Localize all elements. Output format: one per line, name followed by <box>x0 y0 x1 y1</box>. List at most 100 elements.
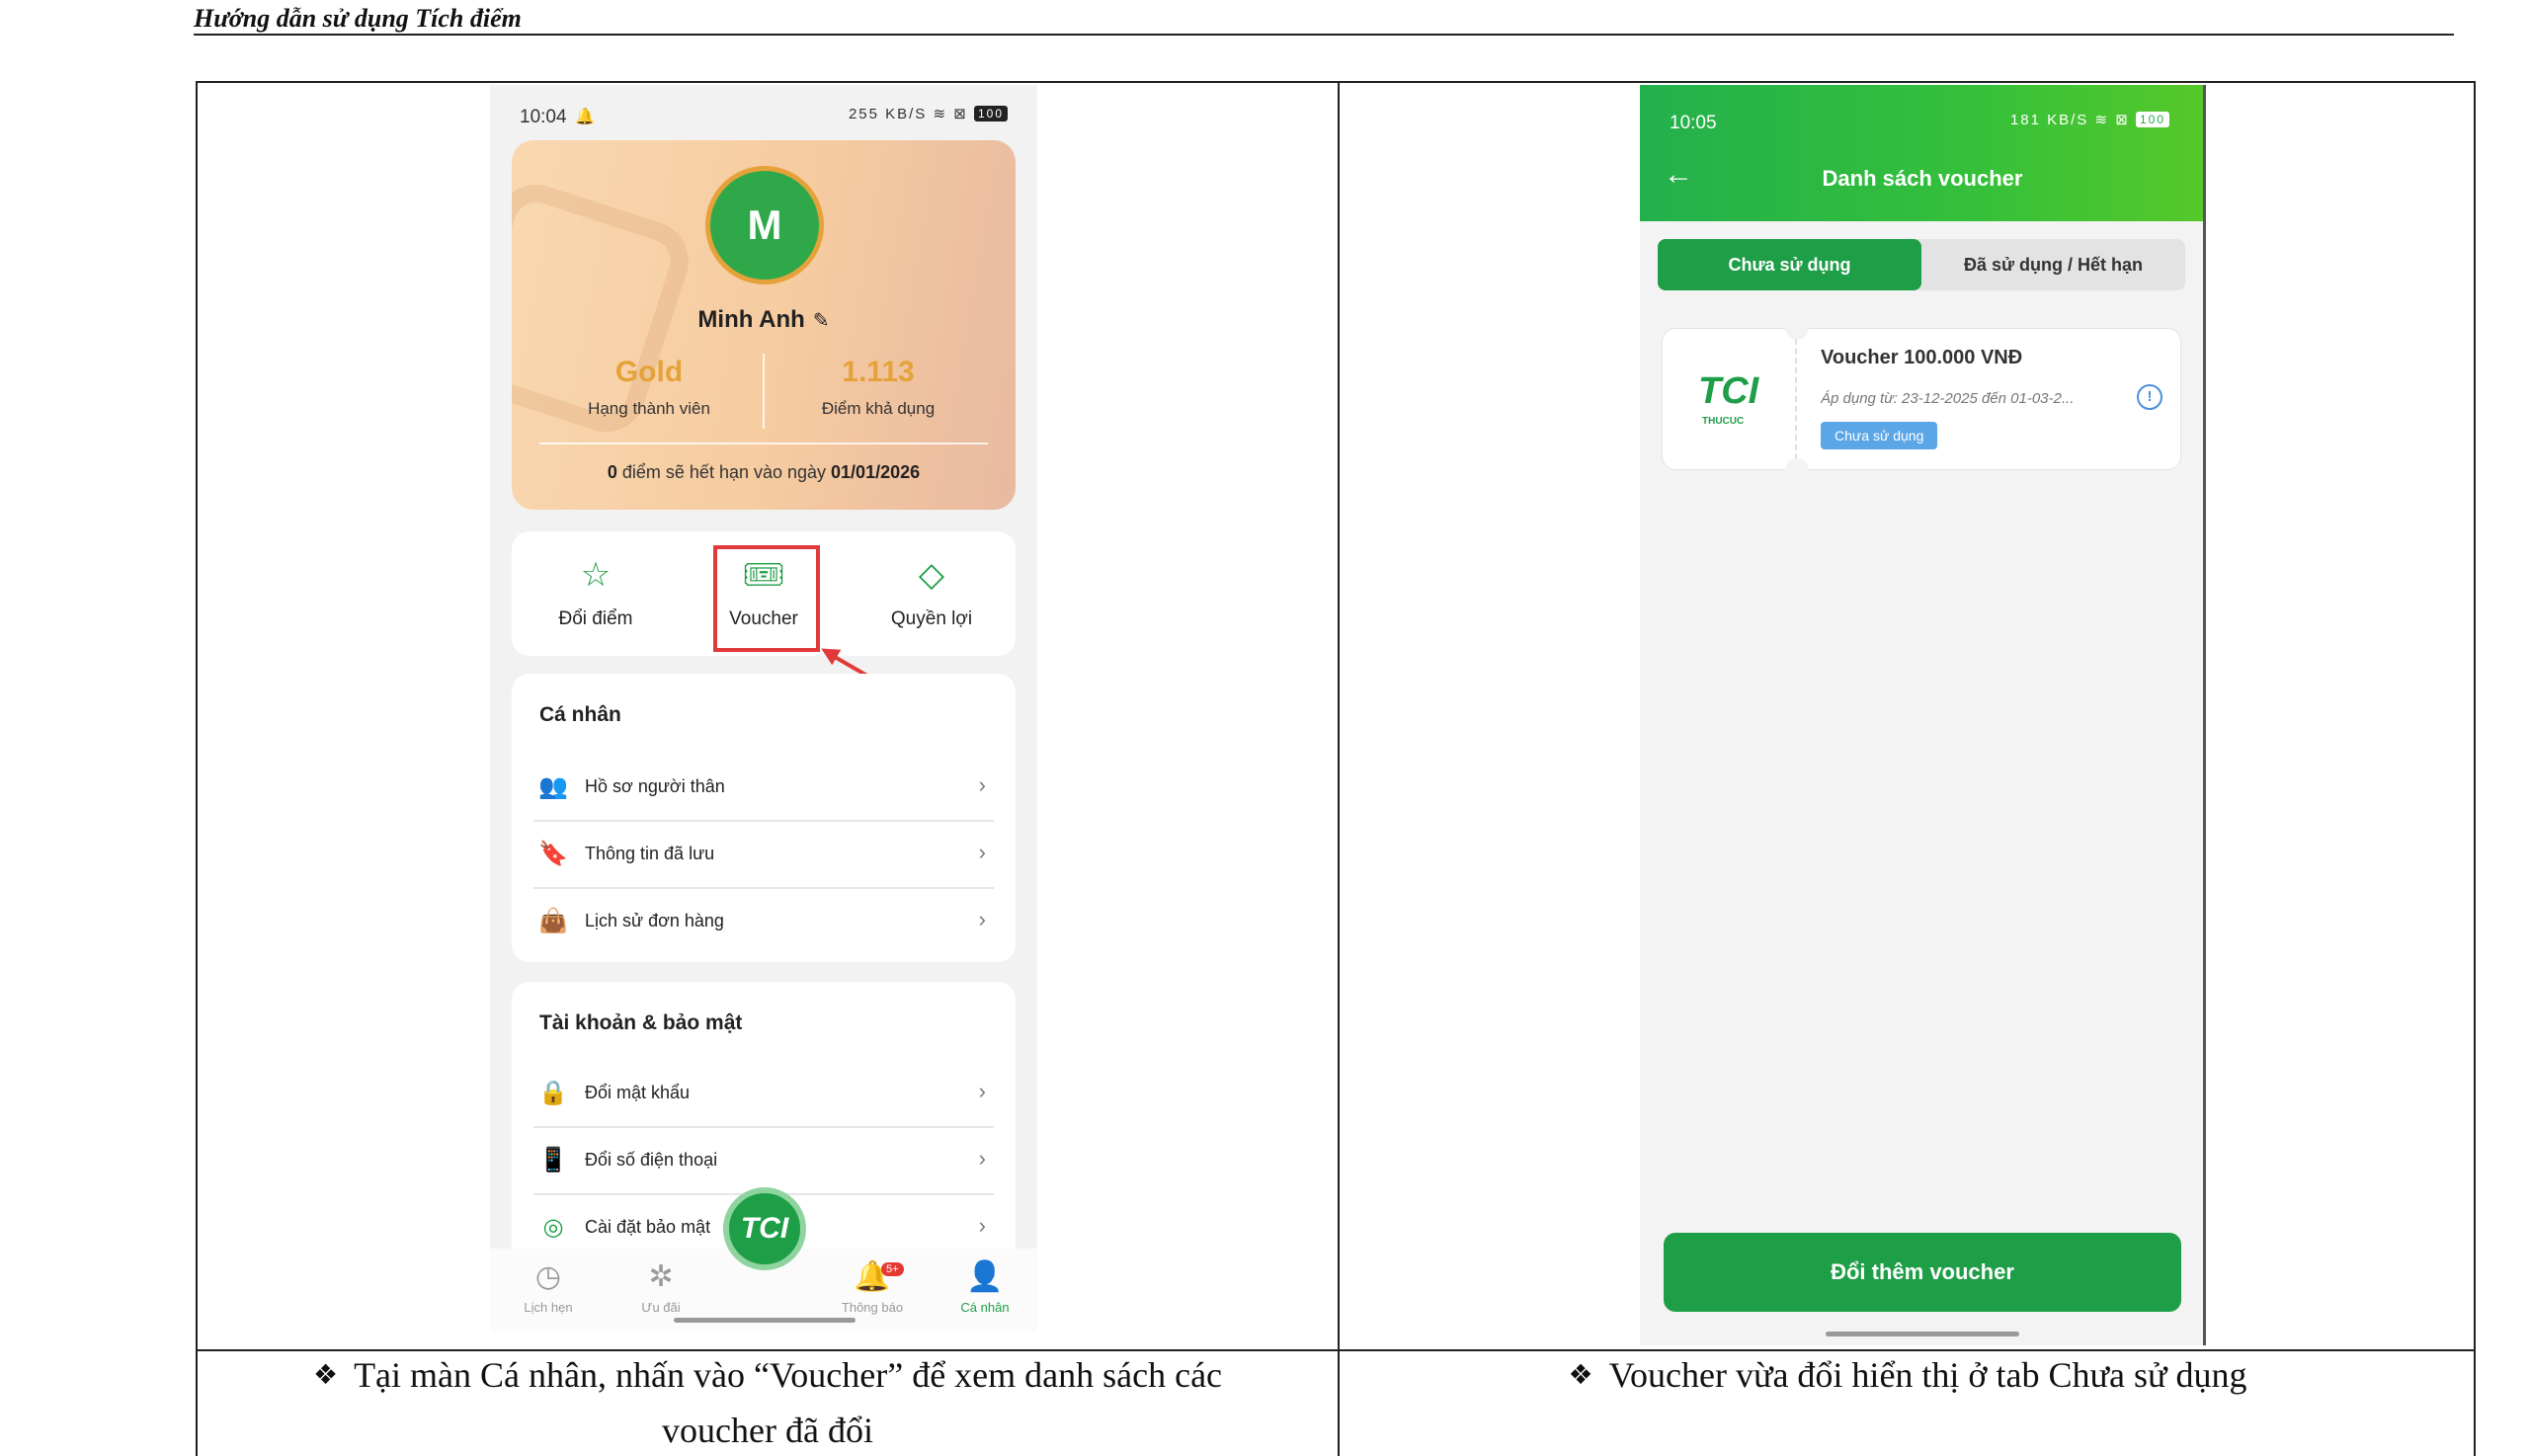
chevron-right-icon: › <box>978 1146 986 1171</box>
people-icon: 👥 <box>538 773 568 800</box>
voucher-tabs: Chưa sử dụng Đã sử dụng / Hết hạn <box>1658 239 2185 290</box>
menu-item-label: Thông tin đã lưu <box>585 844 715 863</box>
voucher-validity: Áp dụng từ: 23-12-2025 đến 01-03-2... <box>1821 390 2075 407</box>
tab-label: Thông báo <box>841 1300 904 1315</box>
expiry-text: điểm sẽ hết hạn vào ngày <box>616 462 832 482</box>
net-speed: 181 KB/S <box>2009 112 2089 128</box>
tab-label: Cá nhân <box>960 1300 1010 1315</box>
user-name-text: Minh Anh <box>697 306 805 333</box>
brand-logo: TCI <box>1698 370 1759 412</box>
status-icons: 181 KB/S ≋ ⊠ 100 <box>2010 111 2169 128</box>
chevron-right-icon: › <box>978 907 986 931</box>
quick-action-doi-diem[interactable]: ☆ Đổi điểm <box>512 531 680 656</box>
bullet-icon: ❖ <box>312 1358 339 1391</box>
expiry-date: 01/01/2026 <box>831 462 921 482</box>
diamond-icon: ◇ <box>918 556 945 594</box>
menu-item-label: Hồ sơ người thân <box>585 776 725 796</box>
menu-item-label: Đổi mật khẩu <box>585 1083 691 1102</box>
info-icon[interactable]: ! <box>2137 384 2162 410</box>
table-column-divider <box>1338 83 1340 1456</box>
ticket-notch <box>1785 316 1809 340</box>
home-indicator <box>1826 1332 2019 1336</box>
status-bar: 10:04 🔔 255 KB/S ≋ ⊠ 100 <box>490 85 1037 146</box>
star-icon: ☆ <box>580 556 612 594</box>
voucher-card[interactable]: TCI THUCUC Voucher 100.000 VNĐ Áp dụng t… <box>1662 316 2181 482</box>
section-title: Cá nhân <box>539 703 621 726</box>
points-value: 1.113 <box>842 356 915 388</box>
tab-label: Lịch hẹn <box>524 1300 573 1315</box>
tab-ca-nhan[interactable]: 👤 Cá nhân <box>931 1258 1037 1315</box>
personal-section: Cá nhân 👥 Hồ sơ người thân › 🔖 Thông tin… <box>512 674 1016 962</box>
voucher-logo-area: TCI THUCUC <box>1663 329 1797 469</box>
header-rule <box>194 34 2454 36</box>
person-icon: 👤 <box>966 1260 1004 1293</box>
center-fab-logo[interactable]: TCI <box>723 1187 806 1270</box>
app-header: 10:05 181 KB/S ≋ ⊠ 100 ← Danh sách vouch… <box>1640 85 2205 221</box>
chevron-right-icon: › <box>978 772 986 797</box>
bag-icon: 👜 <box>538 908 568 934</box>
caption-left-text: Tại màn Cá nhân, nhấn vào “Voucher” để x… <box>354 1355 1223 1395</box>
tab-chua-su-dung[interactable]: Chưa sử dụng <box>1658 239 1921 290</box>
clock-icon: ◷ <box>534 1260 562 1293</box>
member-card: M Minh Anh ✎ Gold Hạng thành viên 1.113 Đ… <box>512 140 1016 510</box>
points-label: Điểm khả dụng <box>821 399 936 418</box>
notification-badge: 5+ <box>881 1262 904 1276</box>
fingerprint-icon: ◎ <box>542 1214 564 1241</box>
caption-left-line1: ❖ Tại màn Cá nhân, nhấn vào “Voucher” để … <box>198 1347 1338 1403</box>
card-divider <box>539 443 988 445</box>
quick-action-label: Quyền lợi <box>890 608 973 629</box>
voucher-list-screenshot: 10:05 181 KB/S ≋ ⊠ 100 ← Danh sách vouch… <box>1640 85 2205 1345</box>
ticket-notch <box>1785 458 1809 482</box>
section-title: Tài khoản & bảo mật <box>539 1011 743 1034</box>
tier-stat: Gold Hạng thành viên <box>535 356 763 419</box>
tab-da-su-dung-het-han[interactable]: Đã sử dụng / Hết hạn <box>1921 239 2185 290</box>
menu-item-doi-so-dien-thoai[interactable]: 📱 Đổi số điện thoại › <box>533 1128 994 1193</box>
menu-item-label: Đổi số điện thoại <box>585 1150 718 1170</box>
brand-logo-sub: THUCUC <box>1702 416 1745 427</box>
bullet-icon: ❖ <box>1568 1358 1593 1391</box>
status-time: 10:04 <box>520 107 567 127</box>
menu-item-ho-so-nguoi-than[interactable]: 👥 Hồ sơ người thân › <box>533 755 994 820</box>
tab-thong-bao[interactable]: 🔔 5+ Thông báo <box>818 1258 927 1315</box>
document-header: Hướng dẫn sử dụng Tích điểm <box>194 4 522 33</box>
bookmark-icon: 🔖 <box>538 841 568 867</box>
chevron-right-icon: › <box>978 1213 986 1238</box>
expiry-note: 0 điểm sẽ hết hạn vào ngày 01/01/2026 <box>512 462 1016 483</box>
phone-icon: 📱 <box>538 1147 568 1173</box>
caption-right: ❖ Voucher vừa đổi hiển thị ở tab Chưa sử … <box>1340 1347 2476 1403</box>
user-name: Minh Anh ✎ <box>512 306 1016 334</box>
page-title: Danh sách voucher <box>1822 166 2023 191</box>
tier-label: Hạng thành viên <box>588 399 710 418</box>
bell-icon: 🔔 <box>854 1260 891 1293</box>
tier-value: Gold <box>614 356 684 388</box>
menu-item-label: Cài đặt bảo mật <box>585 1217 711 1237</box>
tab-lich-hen[interactable]: ◷ Lịch hẹn <box>494 1258 603 1315</box>
voucher-status-badge: Chưa sử dụng <box>1821 422 1938 449</box>
menu-item-label: Lịch sử đơn hàng <box>585 911 724 930</box>
avatar[interactable]: M <box>705 166 824 284</box>
menu-item-lich-su-don-hang[interactable]: 👜 Lịch sử đơn hàng › <box>533 889 994 954</box>
voucher-title: Voucher 100.000 VNĐ <box>1821 347 2023 368</box>
expiry-points: 0 <box>607 462 617 482</box>
points-stat: 1.113 Điểm khả dụng <box>765 356 992 419</box>
chevron-right-icon: › <box>978 1079 986 1103</box>
status-icons: 255 KB/S ≋ ⊠ 100 <box>849 105 1008 122</box>
percent-icon: ✲ <box>648 1260 674 1293</box>
redeem-more-voucher-button[interactable]: Đổi thêm voucher <box>1664 1233 2181 1312</box>
caption-left: ❖ Tại màn Cá nhân, nhấn vào “Voucher” để … <box>198 1347 1338 1456</box>
lock-icon: 🔒 <box>538 1080 568 1106</box>
screenshot-edge <box>2203 85 2206 1345</box>
caption-right-text: Voucher vừa đổi hiển thị ở tab Chưa sử d… <box>1608 1355 2247 1395</box>
profile-screenshot: 10:04 🔔 255 KB/S ≋ ⊠ 100 M Minh Anh ✎ Gol… <box>490 85 1037 1332</box>
quick-action-quyen-loi[interactable]: ◇ Quyền lợi <box>848 531 1016 656</box>
chevron-right-icon: › <box>978 840 986 864</box>
tab-uu-dai[interactable]: ✲ Ưu đãi <box>607 1258 715 1315</box>
menu-item-thong-tin-da-luu[interactable]: 🔖 Thông tin đã lưu › <box>533 822 994 887</box>
bell-icon: 🔔 <box>575 109 595 125</box>
tab-label: Ưu đãi <box>641 1300 681 1315</box>
quick-action-label: Đổi điểm <box>558 608 633 629</box>
pencil-icon[interactable]: ✎ <box>813 310 830 332</box>
home-indicator <box>674 1318 856 1323</box>
battery-icon: 100 <box>2135 112 2169 127</box>
menu-item-doi-mat-khau[interactable]: 🔒 Đổi mật khẩu › <box>533 1061 994 1126</box>
